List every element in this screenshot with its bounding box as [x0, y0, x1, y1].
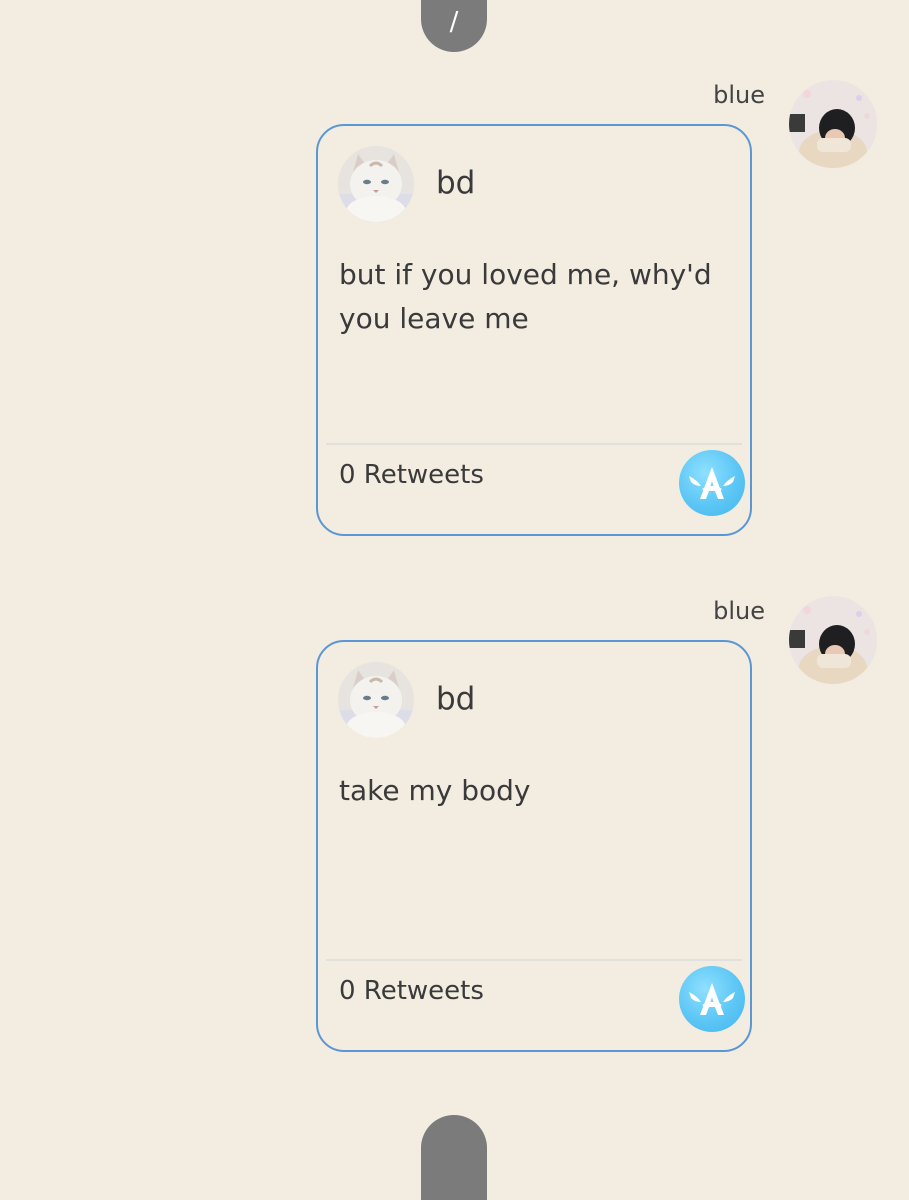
author-avatar[interactable] [338, 662, 414, 738]
tweet-card[interactable]: bd take my body 0 Retweets [316, 640, 752, 1052]
top-handle-label: / [449, 7, 459, 37]
bottom-scroll-handle[interactable] [421, 1115, 487, 1200]
sender-avatar[interactable] [789, 80, 877, 168]
winged-a-app-icon[interactable] [679, 450, 745, 516]
tweet-card[interactable]: bd but if you loved me, why'd you leave … [316, 124, 752, 536]
tweet-author: bd [436, 165, 476, 201]
winged-a-app-icon[interactable] [679, 966, 745, 1032]
sender-name: blue [713, 597, 765, 625]
tweet-text: but if you loved me, why'd you leave me [339, 258, 712, 335]
author-avatar[interactable] [338, 146, 414, 222]
sender-avatar[interactable] [789, 596, 877, 684]
card-divider [326, 959, 742, 961]
message-item: blue [0, 80, 909, 550]
message-item: blue [0, 596, 909, 1066]
retweet-count: 0 Retweets [339, 460, 484, 490]
sender-name: blue [713, 81, 765, 109]
tweet-text: take my body [339, 774, 531, 807]
tweet-author: bd [436, 681, 476, 717]
top-scroll-handle[interactable]: / [421, 0, 487, 52]
retweet-count: 0 Retweets [339, 976, 484, 1006]
card-divider [326, 443, 742, 445]
